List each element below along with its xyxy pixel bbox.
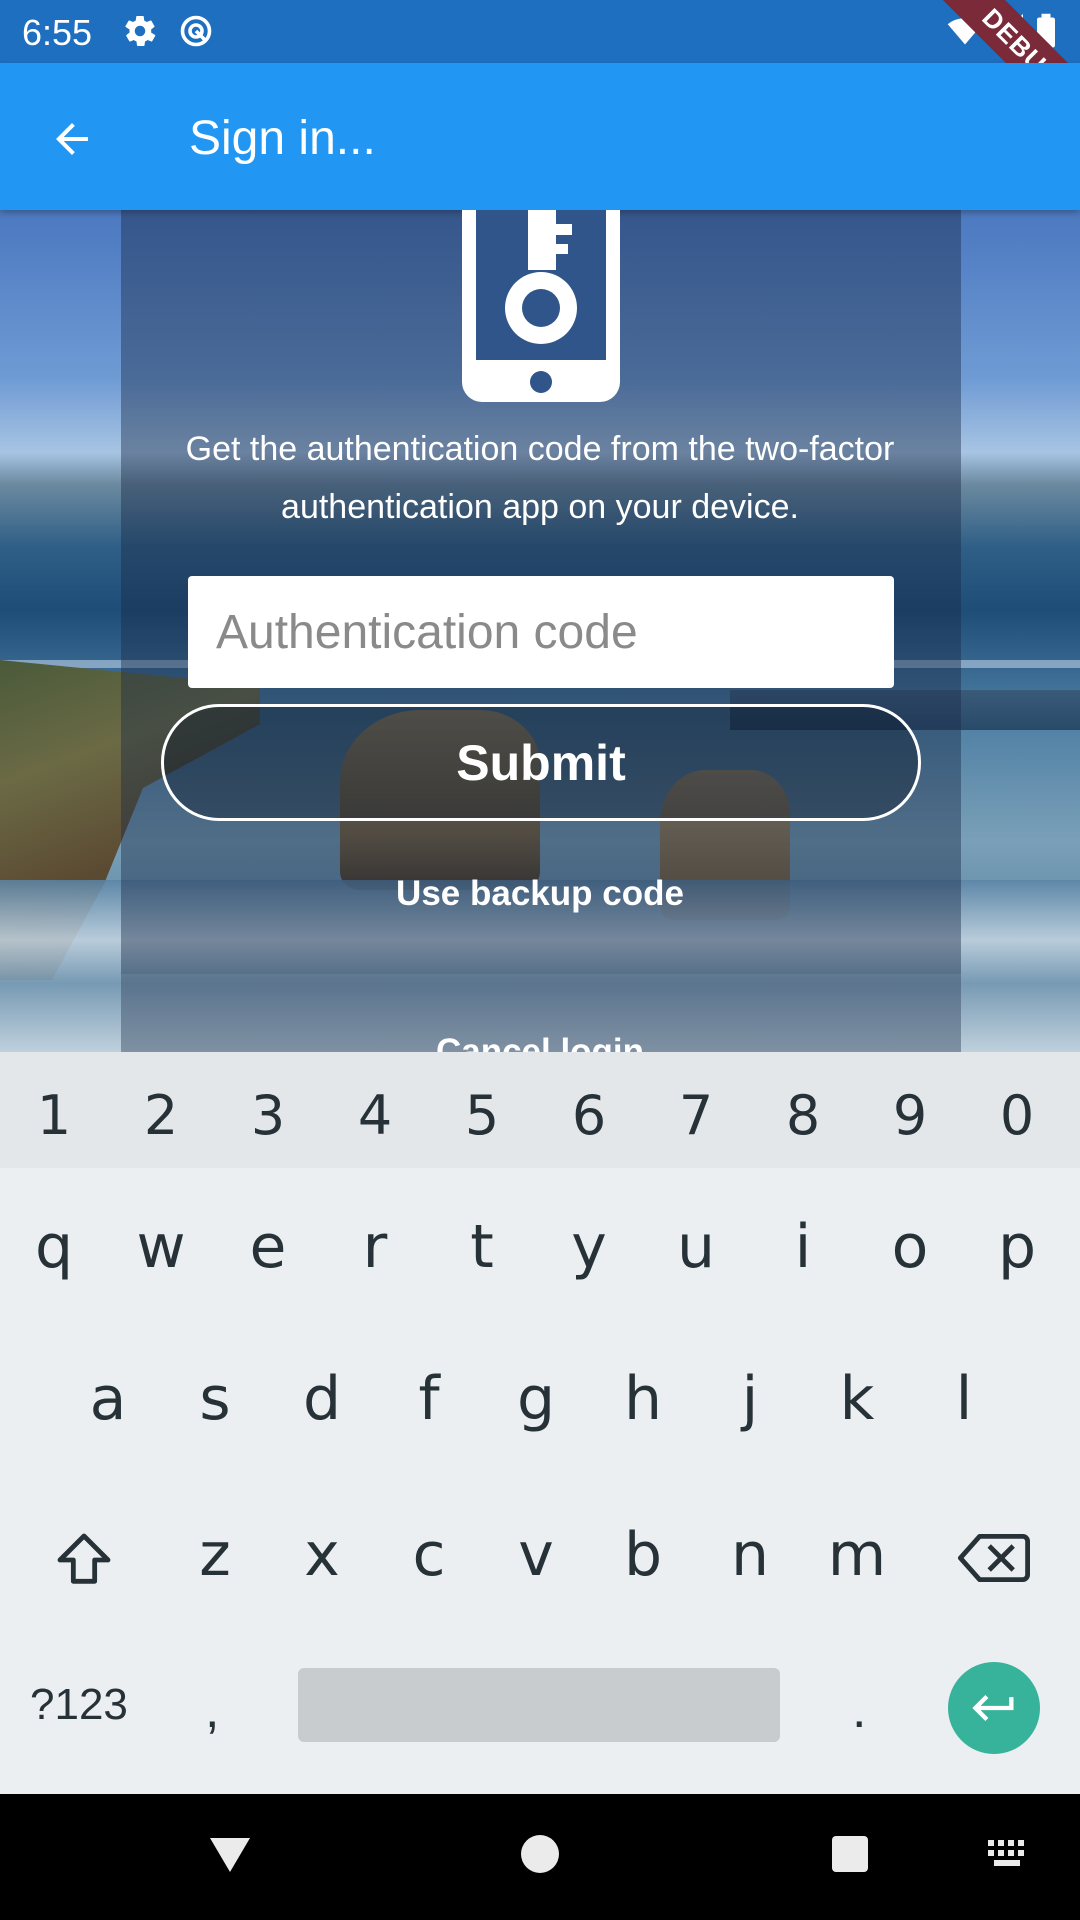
comma-key[interactable]: , <box>205 1680 219 1740</box>
nav-home-icon[interactable] <box>516 1830 564 1878</box>
letter-key-t[interactable]: t <box>432 1212 532 1282</box>
letter-key-w[interactable]: w <box>111 1212 211 1282</box>
letter-key-p[interactable]: p <box>967 1212 1067 1282</box>
cancel-login-link[interactable]: Cancel login <box>340 1030 740 1052</box>
number-key-7[interactable]: 7 <box>646 1084 746 1147</box>
backspace-icon <box>958 1533 1030 1582</box>
nav-recents-icon[interactable] <box>826 1830 874 1878</box>
letter-key-c[interactable]: c <box>379 1520 479 1590</box>
letter-key-b[interactable]: b <box>593 1520 693 1590</box>
number-key-6[interactable]: 6 <box>539 1084 639 1147</box>
shift-icon <box>57 1533 111 1584</box>
number-key-3[interactable]: 3 <box>218 1084 318 1147</box>
number-key-1[interactable]: 1 <box>4 1084 104 1147</box>
nav-back-icon[interactable] <box>206 1830 254 1878</box>
letter-key-z[interactable]: z <box>165 1520 265 1590</box>
letter-key-h[interactable]: h <box>593 1364 693 1434</box>
letter-key-f[interactable]: f <box>379 1364 479 1434</box>
app-bar: Sign in... <box>0 63 1080 210</box>
use-backup-code-link[interactable]: Use backup code <box>340 874 740 914</box>
status-time: 6:55 <box>22 12 93 53</box>
letter-key-d[interactable]: d <box>272 1364 372 1434</box>
settings-icon <box>125 16 156 46</box>
backspace-key[interactable] <box>958 1530 1030 1586</box>
letter-key-v[interactable]: v <box>486 1520 586 1590</box>
enter-key[interactable] <box>948 1662 1040 1754</box>
letter-key-j[interactable]: j <box>700 1364 800 1434</box>
shift-key[interactable] <box>52 1528 116 1592</box>
letter-key-k[interactable]: k <box>807 1364 907 1434</box>
keyboard-switch-icon[interactable] <box>986 1838 1030 1870</box>
period-key[interactable]: . <box>852 1680 866 1740</box>
letter-key-l[interactable]: l <box>914 1364 1014 1434</box>
letter-key-g[interactable]: g <box>486 1364 586 1434</box>
page-title: Sign in... <box>189 112 376 165</box>
number-key-5[interactable]: 5 <box>432 1084 532 1147</box>
letter-key-i[interactable]: i <box>753 1212 853 1282</box>
instructions-text: Get the authentication code from the two… <box>185 430 895 526</box>
number-key-4[interactable]: 4 <box>325 1084 425 1147</box>
back-button[interactable] <box>36 103 108 175</box>
letter-key-s[interactable]: s <box>165 1364 265 1434</box>
letter-key-a[interactable]: a <box>58 1364 158 1434</box>
number-key-9[interactable]: 9 <box>860 1084 960 1147</box>
letter-key-m[interactable]: m <box>807 1520 907 1590</box>
arrow-back-icon <box>56 123 88 155</box>
navigation-bar <box>0 1794 1080 1920</box>
symbols-key[interactable]: ?123 <box>30 1680 128 1730</box>
letter-key-y[interactable]: y <box>539 1212 639 1282</box>
number-key-0[interactable]: 0 <box>967 1084 1067 1147</box>
space-key[interactable] <box>298 1668 780 1742</box>
enter-icon <box>972 1695 1014 1721</box>
status-bar: 6:55 DEBUG <box>0 0 1080 142</box>
number-key-8[interactable]: 8 <box>753 1084 853 1147</box>
letter-key-q[interactable]: q <box>4 1212 104 1282</box>
letter-key-n[interactable]: n <box>700 1520 800 1590</box>
submit-button[interactable]: Submit <box>161 704 921 821</box>
authentication-code-input[interactable] <box>188 576 894 688</box>
letter-key-x[interactable]: x <box>272 1520 372 1590</box>
letter-key-o[interactable]: o <box>860 1212 960 1282</box>
number-key-2[interactable]: 2 <box>111 1084 211 1147</box>
letter-key-r[interactable]: r <box>325 1212 425 1282</box>
letter-key-u[interactable]: u <box>646 1212 746 1282</box>
two-factor-key-icon <box>462 210 620 402</box>
letter-key-e[interactable]: e <box>218 1212 318 1282</box>
sync-status-icon <box>180 15 212 47</box>
